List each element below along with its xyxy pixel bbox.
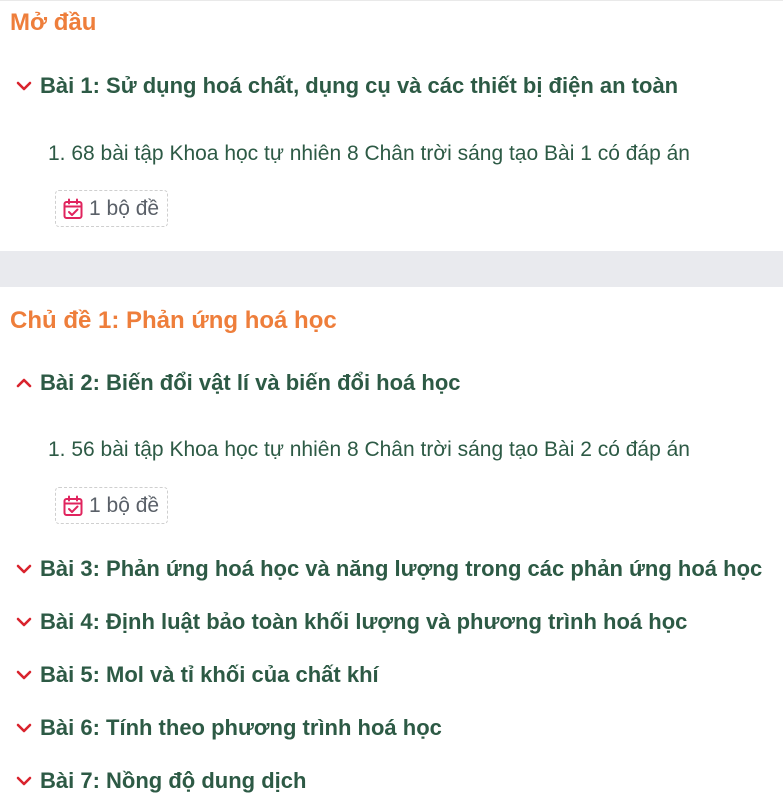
chevron-down-icon xyxy=(15,719,33,737)
exercise-link[interactable]: 1. 56 bài tập Khoa học tự nhiên 8 Chân t… xyxy=(48,438,690,462)
lesson-label: Bài 4: Định luật bảo toàn khối lượng và … xyxy=(40,609,688,634)
lesson-label: Bài 7: Nồng độ dung dịch xyxy=(40,768,307,793)
exercise-title: 68 bài tập Khoa học tự nhiên 8 Chân trời… xyxy=(71,142,690,165)
badge-label: 1 bộ đề xyxy=(89,196,160,220)
lesson-label: Bài 5: Mol và tỉ khối của chất khí xyxy=(40,662,379,687)
calendar-check-icon xyxy=(62,198,84,220)
lesson-toggle-bai-7[interactable]: Bài 7: Nồng độ dung dịch xyxy=(15,766,306,796)
chevron-up-icon xyxy=(15,374,33,392)
chevron-down-icon xyxy=(15,77,33,95)
lesson-label: Bài 6: Tính theo phương trình hoá học xyxy=(40,715,442,740)
lesson-toggle-bai-4[interactable]: Bài 4: Định luật bảo toàn khối lượng và … xyxy=(15,607,687,637)
calendar-check-icon xyxy=(62,495,84,517)
lesson-toggle-bai-1[interactable]: Bài 1: Sử dụng hoá chất, dụng cụ và các … xyxy=(15,71,678,101)
section-title: Chủ đề 1: Phản ứng hoá học xyxy=(10,307,337,334)
lesson-label: Bài 1: Sử dụng hoá chất, dụng cụ và các … xyxy=(40,73,679,98)
section-divider xyxy=(0,251,783,287)
lesson-label: Bài 3: Phản ứng hoá học và năng lượng tr… xyxy=(40,556,763,581)
list-number: 1. xyxy=(48,142,72,165)
section-card: Chủ đề 1: Phản ứng hoá học Bài 2: Biến đ… xyxy=(0,287,783,808)
lesson-label: Bài 2: Biến đổi vật lí và biến đổi hoá h… xyxy=(40,370,461,395)
exercise-title: 56 bài tập Khoa học tự nhiên 8 Chân trời… xyxy=(71,438,690,461)
lesson-toggle-bai-3[interactable]: Bài 3: Phản ứng hoá học và năng lượng tr… xyxy=(15,554,762,584)
chevron-down-icon xyxy=(15,772,33,790)
quiz-count-badge[interactable]: 1 bộ đề xyxy=(55,190,169,227)
section-card: Mở đầu Bài 1: Sử dụng hoá chất, dụng cụ … xyxy=(0,0,783,252)
chevron-down-icon xyxy=(15,666,33,684)
section-title: Mở đầu xyxy=(10,9,97,36)
badge-label: 1 bộ đề xyxy=(89,493,160,517)
list-number: 1. xyxy=(48,438,72,461)
lesson-toggle-bai-6[interactable]: Bài 6: Tính theo phương trình hoá học xyxy=(15,713,442,743)
chevron-down-icon xyxy=(15,613,33,631)
quiz-count-badge[interactable]: 1 bộ đề xyxy=(55,487,169,524)
lesson-toggle-bai-2[interactable]: Bài 2: Biến đổi vật lí và biến đổi hoá h… xyxy=(15,368,461,398)
exercise-link[interactable]: 1. 68 bài tập Khoa học tự nhiên 8 Chân t… xyxy=(48,142,690,166)
lesson-toggle-bai-5[interactable]: Bài 5: Mol và tỉ khối của chất khí xyxy=(15,660,379,690)
chevron-down-icon xyxy=(15,560,33,578)
